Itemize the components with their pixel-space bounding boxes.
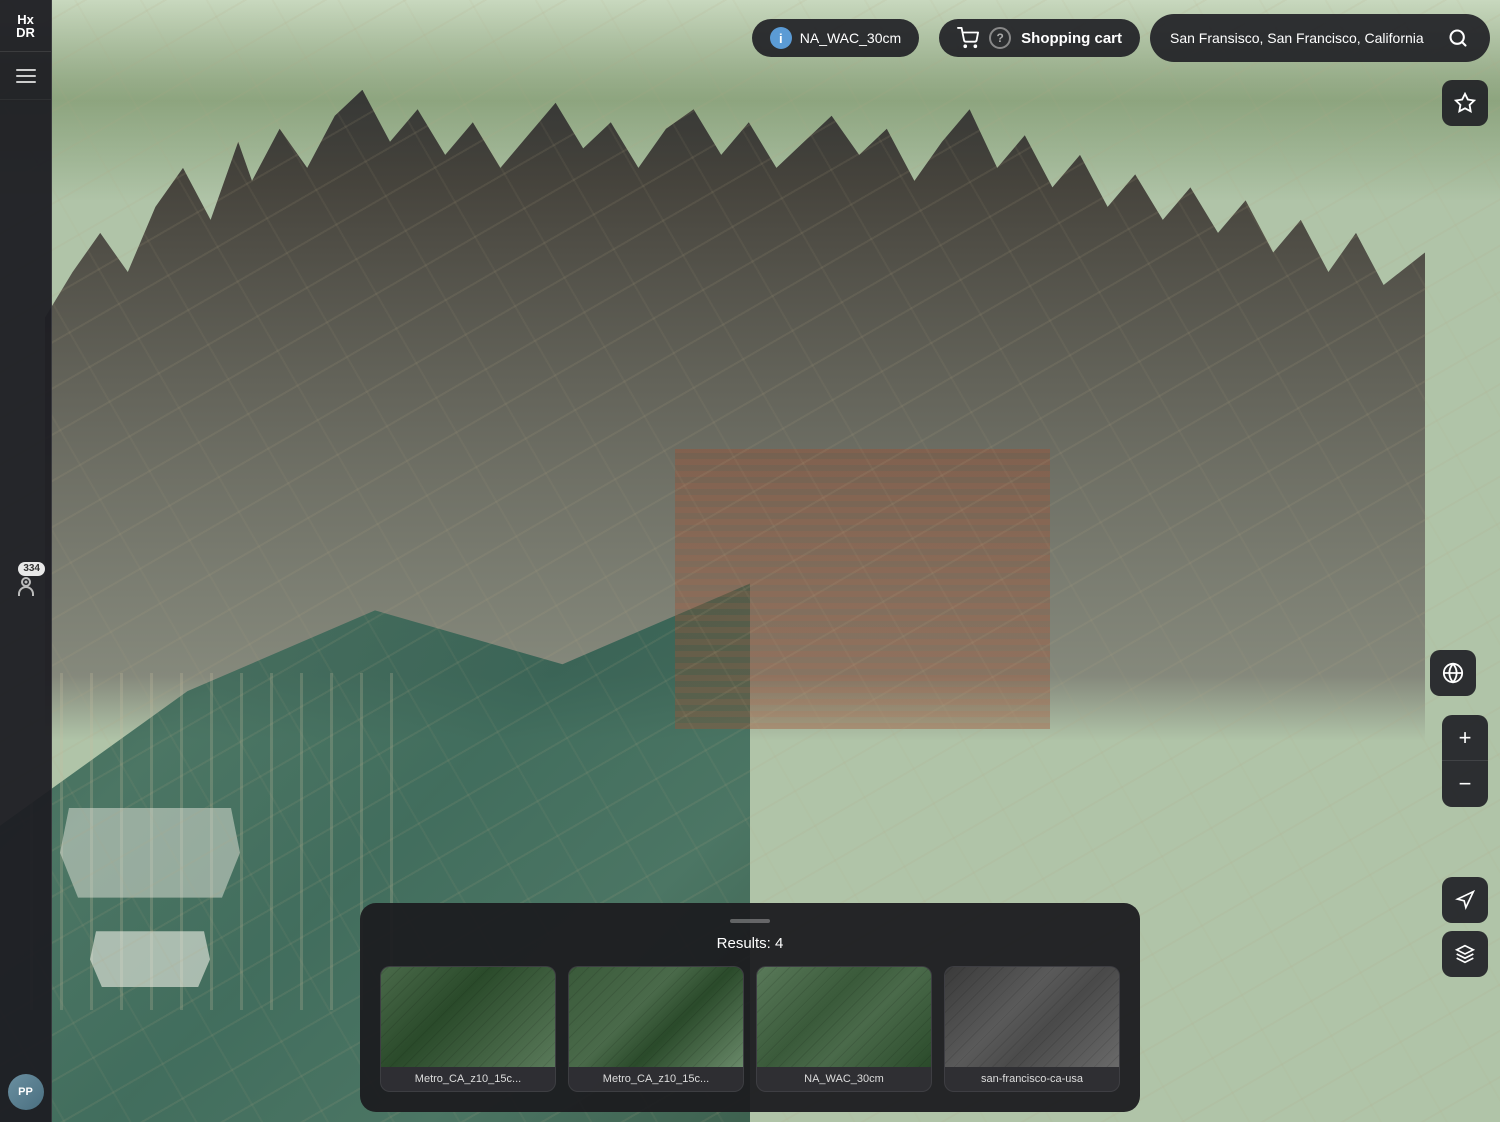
notification-area[interactable]: 334 — [0, 557, 51, 617]
result-card[interactable]: Metro_CA_z10_15c... — [380, 966, 556, 1092]
result-label: NA_WAC_30cm — [757, 1067, 931, 1091]
cart-icon — [957, 27, 979, 49]
zoom-in-button[interactable]: + — [1442, 715, 1488, 761]
layer-info-pill[interactable]: i NA_WAC_30cm — [752, 19, 919, 57]
panel-handle[interactable] — [730, 919, 770, 923]
zoom-controls: + − — [1442, 715, 1488, 807]
left-sidebar: Hx DR 334 PP — [0, 0, 52, 1122]
results-title: Results: 4 — [380, 935, 1120, 952]
bookmark-button[interactable] — [1442, 80, 1488, 126]
compass-button[interactable] — [1442, 877, 1488, 923]
search-icon-button[interactable] — [1442, 22, 1474, 54]
result-label: san-francisco-ca-usa — [945, 1067, 1119, 1091]
user-avatar[interactable]: PP — [8, 1074, 44, 1110]
result-card[interactable]: NA_WAC_30cm — [756, 966, 932, 1092]
zoom-out-button[interactable]: − — [1442, 761, 1488, 807]
results-grid: Metro_CA_z10_15c... Metro_CA_z10_15c... NA… — [380, 966, 1120, 1092]
results-panel: Results: 4 Metro_CA_z10_15c...Metro_CA_z… — [360, 903, 1140, 1112]
result-card[interactable]: Metro_CA_z10_15c... — [568, 966, 744, 1092]
search-bar[interactable]: San Fransisco, San Francisco, California — [1150, 14, 1490, 62]
info-icon: i — [770, 27, 792, 49]
logo-hx: Hx — [17, 13, 34, 26]
extra-controls — [1442, 877, 1488, 977]
help-icon: ? — [989, 27, 1011, 49]
search-text: San Fransisco, San Francisco, California — [1170, 30, 1432, 46]
app-logo[interactable]: Hx DR — [0, 0, 51, 52]
notification-badge: 334 — [18, 562, 45, 576]
globe-button[interactable] — [1430, 650, 1476, 696]
result-card[interactable]: san-francisco-ca-usa — [944, 966, 1120, 1092]
layers-button[interactable] — [1442, 931, 1488, 977]
layer-name: NA_WAC_30cm — [800, 30, 901, 46]
right-controls — [1442, 80, 1488, 126]
hamburger-icon — [16, 69, 36, 83]
shopping-cart-button[interactable]: ? Shopping cart — [939, 19, 1140, 57]
top-bar: i NA_WAC_30cm ? Shopping cart San Fransi… — [60, 10, 1490, 66]
result-label: Metro_CA_z10_15c... — [569, 1067, 743, 1091]
cart-label: Shopping cart — [1021, 30, 1122, 47]
menu-button[interactable] — [0, 52, 51, 100]
logo-dr: DR — [16, 26, 35, 39]
person-icon — [14, 575, 38, 599]
result-label: Metro_CA_z10_15c... — [381, 1067, 555, 1091]
